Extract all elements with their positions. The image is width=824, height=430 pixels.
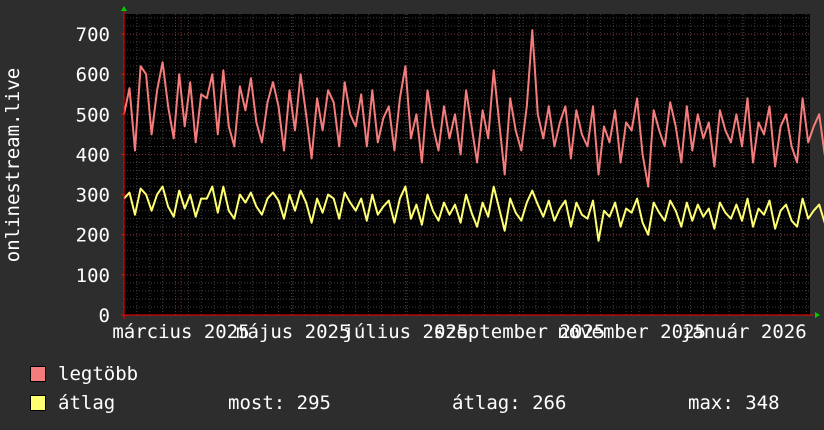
x-tick-label: március 2025 <box>112 321 249 343</box>
current-value: most: 295 <box>228 392 331 414</box>
y-axis-arrow <box>121 6 127 11</box>
y-axis-label: onlinestream.live <box>2 68 24 262</box>
y-tick-label: 200 <box>76 225 110 247</box>
y-tick-label: 100 <box>76 265 110 287</box>
y-tick-label: 0 <box>99 305 110 327</box>
average-value: átlag: 266 <box>452 392 567 414</box>
max-value: max: 348 <box>688 392 780 414</box>
max-legend-swatch <box>30 366 46 382</box>
y-tick-label: 700 <box>76 24 110 46</box>
avg-legend-swatch <box>30 395 46 411</box>
y-tick-label: 600 <box>76 64 110 86</box>
legend-row-max: legtöbb <box>30 362 824 386</box>
x-tick-label: május 2025 <box>236 321 350 343</box>
y-tick-label: 500 <box>76 104 110 126</box>
y-tick-label: 400 <box>76 144 110 166</box>
legend-row-avg: átlag most: 295 átlag: 266 max: 348 <box>30 391 824 415</box>
max-legend-label: legtöbb <box>58 363 139 385</box>
x-tick-label: január 2026 <box>681 321 807 343</box>
x-axis-arrow <box>815 312 820 318</box>
y-tick-label: 300 <box>76 185 110 207</box>
avg-legend-label: átlag <box>58 392 116 414</box>
